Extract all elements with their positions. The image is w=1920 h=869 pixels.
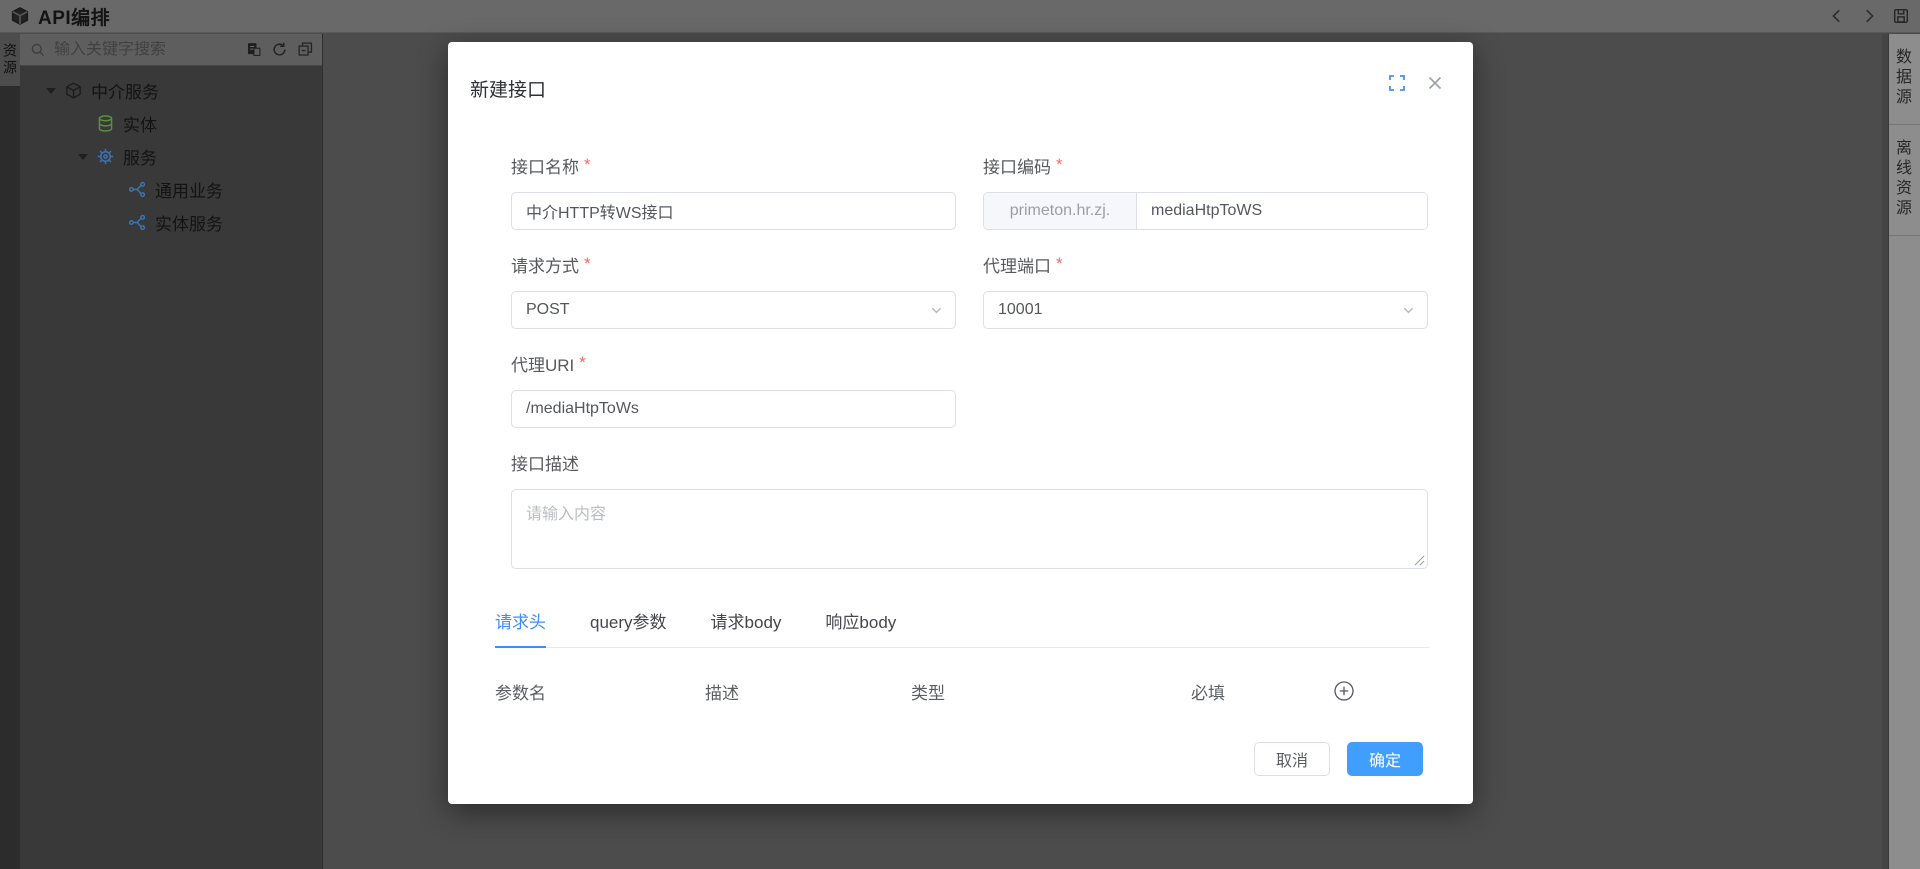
field-request-method: 请求方式 * POST	[511, 253, 956, 329]
field-label: 接口名称	[511, 157, 579, 177]
column-header-type: 类型	[911, 683, 945, 703]
sidebar-item-service[interactable]: 服务	[20, 140, 322, 173]
field-interface-name: 接口名称 *	[511, 154, 956, 230]
sidebar-item-entity-service[interactable]: 实体服务	[20, 206, 322, 239]
field-proxy-port: 代理端口 * 10001	[983, 253, 1428, 329]
panel-tab-datasource[interactable]: 数据源	[1889, 34, 1920, 125]
tree-item-label: 实体	[123, 116, 157, 135]
param-table-header: 参数名 描述 类型 必填	[495, 674, 1429, 708]
column-header-param-name: 参数名	[495, 683, 546, 703]
panel-tab-offline-resources[interactable]: 离线资源	[1889, 125, 1920, 236]
field-proxy-uri: 代理URI *	[511, 352, 956, 428]
close-icon[interactable]	[1425, 73, 1445, 93]
chevron-down-icon	[931, 307, 942, 314]
dialog-title: 新建接口	[470, 80, 547, 101]
column-header-description: 描述	[705, 683, 739, 703]
code-prefix-addon: primeton.hr.zj.	[984, 193, 1137, 229]
tree-item-label: 中介服务	[91, 83, 159, 102]
sidebar-search-row	[20, 34, 322, 66]
sidebar-item-mediation-service[interactable]: 中介服务	[20, 74, 322, 107]
new-interface-dialog: 新建接口 接口名称 * 接口编码 * primeton.hr.zj.	[448, 42, 1473, 804]
nav-back-icon[interactable]	[1828, 7, 1846, 25]
topbar: API编排	[0, 0, 1920, 33]
save-icon[interactable]	[1892, 7, 1910, 25]
app-logo-cube-icon	[11, 7, 29, 25]
batch-import-icon[interactable]	[245, 41, 262, 58]
field-label: 请求方式	[511, 256, 579, 276]
interface-description-textarea[interactable]	[511, 489, 1428, 569]
field-label: 接口描述	[511, 454, 579, 474]
request-method-select[interactable]: POST	[511, 291, 956, 329]
add-param-icon[interactable]	[1333, 680, 1355, 702]
right-panel-gutter	[1882, 34, 1889, 869]
gear-icon	[97, 148, 114, 165]
confirm-button[interactable]: 确定	[1346, 742, 1423, 776]
refresh-icon[interactable]	[271, 41, 288, 58]
tab-query-params[interactable]: query参数	[590, 608, 667, 648]
tab-request-headers[interactable]: 请求头	[495, 608, 546, 648]
search-input[interactable]	[54, 40, 241, 59]
resource-sidebar: 中介服务 实体 服务 通用业务	[20, 34, 323, 869]
field-label: 代理端口	[983, 256, 1051, 276]
panel-tab-resources[interactable]: 资源	[0, 34, 20, 86]
tree-item-label: 实体服务	[155, 215, 223, 234]
caret-down-icon[interactable]	[78, 153, 88, 160]
selected-value: POST	[526, 301, 570, 318]
interface-name-input[interactable]	[511, 192, 956, 230]
sidebar-item-entity[interactable]: 实体	[20, 107, 322, 140]
search-icon	[31, 43, 45, 56]
interface-code-input[interactable]	[1137, 193, 1427, 229]
required-mark: *	[579, 353, 586, 372]
caret-down-icon[interactable]	[46, 87, 56, 94]
required-mark: *	[584, 254, 591, 273]
dialog-footer: 取消 确定	[495, 742, 1429, 776]
required-mark: *	[1056, 254, 1063, 273]
param-tabs: 请求头 query参数 请求body 响应body	[495, 608, 1429, 648]
field-interface-description: 接口描述	[511, 451, 1428, 569]
nav-forward-icon[interactable]	[1860, 7, 1878, 25]
fullscreen-icon[interactable]	[1387, 73, 1407, 93]
tree-item-label: 服务	[123, 149, 157, 168]
proxy-port-select[interactable]: 10001	[983, 291, 1428, 329]
proxy-uri-input[interactable]	[511, 390, 956, 428]
field-label: 接口编码	[983, 157, 1051, 177]
field-label: 代理URI	[511, 355, 575, 375]
resource-tree: 中介服务 实体 服务 通用业务 实体服务	[20, 66, 322, 239]
left-panel-strip: 资源	[0, 34, 20, 869]
tab-response-body[interactable]: 响应body	[825, 608, 896, 648]
required-mark: *	[1056, 155, 1063, 174]
cube-icon	[66, 82, 81, 99]
app-title: API编排	[38, 7, 111, 29]
column-header-required: 必填	[1191, 683, 1225, 703]
right-panel-strip: 数据源 离线资源	[1889, 34, 1920, 869]
sidebar-item-general-business[interactable]: 通用业务	[20, 173, 322, 206]
required-mark: *	[584, 155, 591, 174]
selected-value: 10001	[998, 301, 1043, 318]
tree-item-label: 通用业务	[155, 182, 223, 201]
cancel-button[interactable]: 取消	[1253, 742, 1330, 776]
flow-node-icon	[128, 214, 146, 231]
collapse-panel-icon[interactable]	[297, 41, 314, 58]
chevron-down-icon	[1403, 307, 1414, 314]
field-interface-code: 接口编码 * primeton.hr.zj.	[983, 154, 1428, 230]
database-icon	[98, 115, 113, 132]
interface-form: 接口名称 * 接口编码 * primeton.hr.zj. 请求方式 *	[511, 154, 1429, 569]
flow-node-icon	[128, 181, 146, 198]
tab-request-body[interactable]: 请求body	[711, 608, 782, 648]
